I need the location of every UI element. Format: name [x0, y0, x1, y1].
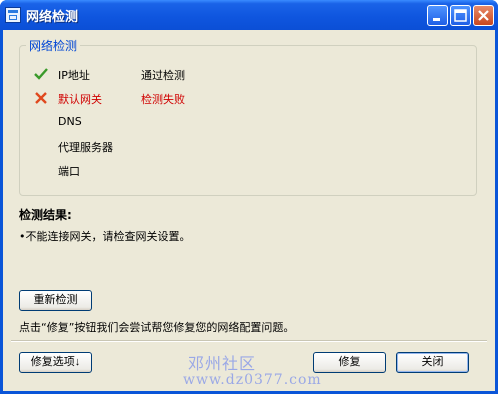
- check-group: 网络检测 IP地址 通过检测 默认网关 检测失败 DNS 代理服务器 端口: [19, 37, 477, 196]
- title-bar[interactable]: 网络检测: [0, 0, 498, 30]
- row-label: IP地址: [58, 69, 90, 82]
- close-window-button[interactable]: [473, 5, 494, 26]
- minimize-icon: [433, 18, 440, 21]
- app-icon: [5, 7, 21, 23]
- repair-options-button[interactable]: 修复选项↓: [19, 352, 92, 373]
- hint-text: 点击“修复”按钮我们会尝试帮您修复您的网络配置问题。: [19, 321, 295, 334]
- row-label: DNS: [58, 115, 82, 128]
- results-heading: 检测结果:: [19, 208, 72, 222]
- row-status: 通过检测: [141, 69, 185, 82]
- repair-button[interactable]: 修复: [313, 352, 386, 373]
- results-text: •不能连接网关，请检查网关设置。: [19, 230, 191, 243]
- maximize-icon: [454, 9, 467, 22]
- check-icon: [34, 68, 48, 80]
- watermark-text: 邓州社区: [188, 354, 257, 373]
- retest-button[interactable]: 重新检测: [19, 290, 92, 311]
- row-status: 检测失败: [141, 93, 185, 106]
- client-area: 网络检测 IP地址 通过检测 默认网关 检测失败 DNS 代理服务器 端口 检测…: [3, 30, 495, 391]
- divider: [11, 340, 487, 342]
- group-title: 网络检测: [26, 37, 81, 54]
- window-title: 网络检测: [26, 10, 79, 25]
- x-icon: [35, 92, 47, 104]
- close-icon: [478, 10, 489, 21]
- watermark-url: www.dz0377.com: [183, 372, 322, 388]
- maximize-button[interactable]: [450, 5, 471, 26]
- row-label: 默认网关: [58, 93, 102, 106]
- row-label: 端口: [58, 165, 80, 178]
- close-button[interactable]: 关闭: [396, 352, 469, 373]
- row-label: 代理服务器: [58, 141, 113, 154]
- minimize-button[interactable]: [427, 5, 448, 26]
- dialog-window: 网络检测 网络检测 IP地址 通过检测 默认网关 检测失败 DNS 代理服务器 …: [0, 0, 498, 394]
